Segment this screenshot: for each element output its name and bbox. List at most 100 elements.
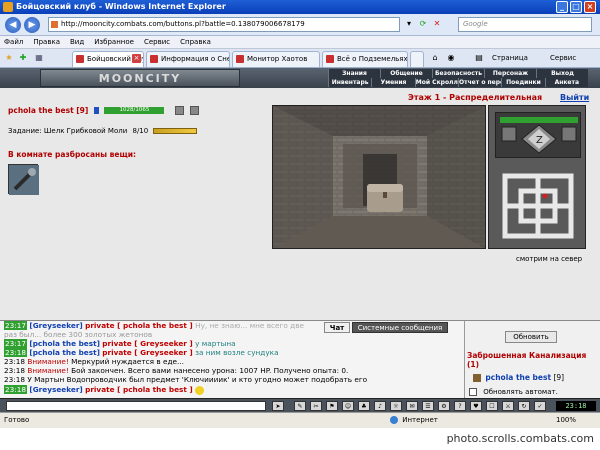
toolbar-icon-8[interactable]: ✉ <box>406 401 418 411</box>
forward-button[interactable]: ▶ <box>24 17 40 33</box>
toolbar-icon-10[interactable]: ⚙ <box>438 401 450 411</box>
toolbar-icon-15[interactable]: ↻ <box>518 401 530 411</box>
auto-refresh-checkbox[interactable] <box>469 388 477 396</box>
toolbar-icon-9[interactable]: ☰ <box>422 401 434 411</box>
toolbar-icon-7[interactable]: ☼ <box>390 401 402 411</box>
chat-input[interactable] <box>6 401 266 411</box>
menu-profile[interactable]: Анкета <box>544 78 588 87</box>
print-icon[interactable]: ▤ <box>474 53 484 63</box>
menu-my-scroll[interactable]: Мой Скролл <box>414 78 458 87</box>
menu-bar: Файл Правка Вид Избранное Сервис Справка <box>0 36 600 49</box>
menu-tools[interactable]: Сервис <box>144 36 170 49</box>
menu-file[interactable]: Файл <box>4 36 23 49</box>
toolbar-icon-6[interactable]: ♪ <box>374 401 386 411</box>
new-tab-button[interactable] <box>410 51 424 67</box>
toolbar-icon-4[interactable]: ☺ <box>342 401 354 411</box>
search-input[interactable]: Google <box>458 17 592 32</box>
player-name[interactable]: pchola the best <box>8 106 74 115</box>
menu-skills[interactable]: Умения <box>371 78 415 87</box>
tab-favicon <box>326 55 334 63</box>
toolbar-icon-13[interactable]: ☐ <box>486 401 498 411</box>
toolbar-icon-11[interactable]: ? <box>454 401 466 411</box>
refresh-icon[interactable]: ⟳ <box>418 19 428 29</box>
back-button[interactable]: ◀ <box>5 17 21 33</box>
game-menu-top: Знания Общение Безопасность Персонаж Вых… <box>328 69 588 78</box>
maximize-button[interactable]: □ <box>570 1 582 13</box>
chat-tab[interactable]: Чат <box>324 322 350 333</box>
compass-control-icon: Z <box>500 117 578 154</box>
favorites-star-icon[interactable]: ★ <box>4 53 14 63</box>
menu-edit[interactable]: Правка <box>33 36 60 49</box>
location-user-name[interactable]: pchola the best <box>485 373 551 382</box>
dropdown-icon[interactable]: ▾ <box>404 19 414 29</box>
page-menu-button[interactable]: Страница <box>492 53 528 64</box>
game-toolbar: ➤ ✎ ✂ ⚑ ☺ ♣ ♪ ☼ ✉ ☰ ⚙ ? ♥ ☐ ⚔ ↻ ✓ 23:18 <box>0 398 600 412</box>
menu-exit[interactable]: Выход <box>536 69 588 78</box>
chat-log[interactable]: 23:17 [Greyseeker] private [ pchola the … <box>0 320 464 398</box>
stop-icon[interactable]: ✕ <box>432 19 442 29</box>
tab-dungeons[interactable]: Всё о Подземельях -... <box>322 51 408 67</box>
menu-character[interactable]: Персонаж <box>484 69 536 78</box>
location-panel: Обновить Заброшенная Канализация (1) pch… <box>464 320 600 398</box>
toolbar-icon-2[interactable]: ✂ <box>310 401 322 411</box>
task-progress: 8/10 <box>132 127 149 135</box>
compass[interactable]: Z <box>495 112 581 158</box>
menu-social[interactable]: Общение <box>380 69 432 78</box>
below-window-area: photo.scrolls.combats.com <box>0 428 600 450</box>
toolbar-icon-14[interactable]: ⚔ <box>502 401 514 411</box>
task-info: Задание: Шелк Грибковой Моли 8/10 <box>8 127 198 135</box>
toolbar-icon-12[interactable]: ♥ <box>470 401 482 411</box>
dungeon-viewport[interactable] <box>272 105 486 249</box>
menu-inventory[interactable]: Инвентарь <box>328 78 372 87</box>
menu-transfers[interactable]: Отчет о переводах <box>457 78 502 87</box>
auto-refresh-option[interactable]: Обновлять автомат. <box>469 388 558 396</box>
close-tab-icon[interactable]: × <box>132 54 141 63</box>
ie-app-icon <box>3 2 13 12</box>
view-direction-label: смотрим на север <box>516 255 583 263</box>
game-logo: MOONCITY <box>40 69 240 87</box>
items-title: В комнате разбросаны вещи: <box>8 150 136 159</box>
toolbar-icon-1[interactable]: ✎ <box>294 401 306 411</box>
menu-security[interactable]: Безопасность <box>432 69 484 78</box>
menu-knowledge[interactable]: Знания <box>328 69 380 78</box>
dungeon-minimap[interactable] <box>495 166 581 246</box>
chat-nick[interactable]: [pchola the best] <box>29 339 100 348</box>
refresh-button[interactable]: Обновить <box>505 331 557 343</box>
globe-icon <box>390 416 398 424</box>
system-messages-tab[interactable]: Системные сообщения <box>352 322 448 333</box>
menu-fights[interactable]: Поединки <box>501 78 545 87</box>
exit-link[interactable]: Выйти <box>560 93 589 102</box>
shield-icon <box>174 106 184 115</box>
add-favorite-icon[interactable]: ✚ <box>18 53 28 63</box>
info-icon[interactable] <box>93 107 99 114</box>
menu-view[interactable]: Вид <box>70 36 84 49</box>
toolbar-icon-3[interactable]: ⚑ <box>326 401 338 411</box>
page-icon <box>51 21 58 28</box>
chat-line: 23:18 [Greyseeker] private [ pchola the … <box>4 385 205 395</box>
menu-favorites[interactable]: Избранное <box>94 36 134 49</box>
minimize-button[interactable]: _ <box>556 1 568 13</box>
url-text: http://mooncity.combats.com/buttons.pl?b… <box>61 20 305 28</box>
menu-help[interactable]: Справка <box>180 36 211 49</box>
location-title: Заброшенная Канализация (1) <box>467 351 587 369</box>
toolbar-icon-5[interactable]: ♣ <box>358 401 370 411</box>
url-input[interactable]: http://mooncity.combats.com/buttons.pl?b… <box>48 17 400 32</box>
tab-snow-info[interactable]: Информация о Снегу... <box>146 51 230 67</box>
window-titlebar: Бойцовский клуб - Windows Internet Explo… <box>0 0 600 14</box>
toolbar-icon-16[interactable]: ✓ <box>534 401 546 411</box>
rss-icon[interactable]: ◉ <box>446 53 456 63</box>
room-item[interactable] <box>8 164 39 195</box>
home-icon[interactable]: ⌂ <box>430 53 440 63</box>
chat-nick[interactable]: [pchola the best] <box>29 348 100 357</box>
tab-favicon <box>76 55 84 63</box>
address-bar: ◀ ▶ http://mooncity.combats.com/buttons.… <box>0 14 600 36</box>
zoom-level[interactable]: 100% <box>556 416 576 424</box>
chat-nick[interactable]: [Greyseeker] <box>29 385 82 394</box>
close-window-button[interactable]: × <box>584 1 596 13</box>
send-icon[interactable]: ➤ <box>272 401 284 411</box>
tab-chaos-monitor[interactable]: Монитор Хаотов <box>232 51 320 67</box>
tools-menu-button[interactable]: Сервис <box>550 53 576 64</box>
tab-list-icon[interactable]: ▦ <box>34 53 44 63</box>
tab-fight-club[interactable]: Бойцовский клуб × <box>72 51 144 67</box>
hp-bar: 1028/1065 <box>104 107 165 114</box>
